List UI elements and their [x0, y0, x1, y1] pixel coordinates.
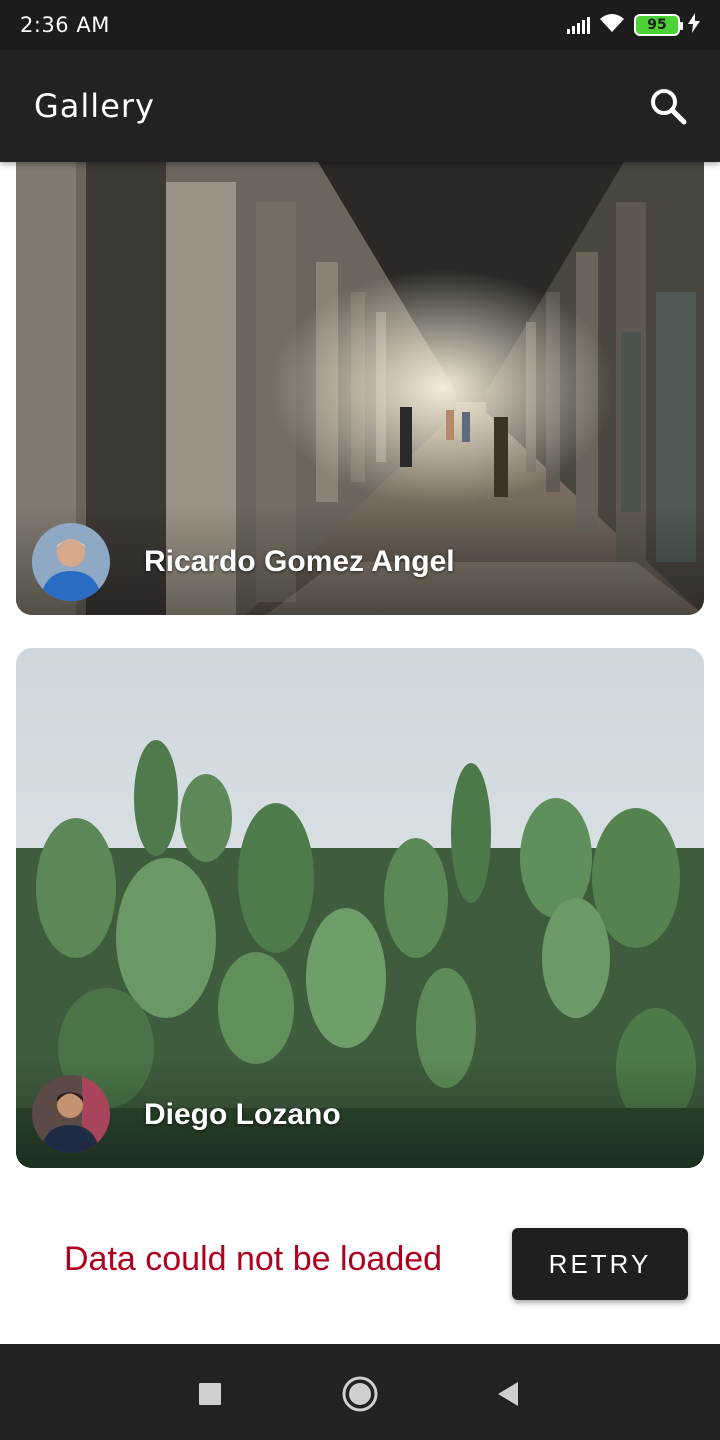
signal-icon: [567, 16, 590, 34]
retry-button[interactable]: RETRY: [512, 1228, 688, 1300]
status-bar: 2:36 AM 95: [0, 0, 720, 50]
gallery-list[interactable]: Ricardo Gomez Angel Diego Lozano Data co…: [0, 162, 720, 1344]
photo-card[interactable]: Diego Lozano: [16, 648, 704, 1168]
charging-icon: [688, 13, 700, 37]
author-name: Ricardo Gomez Angel: [144, 545, 455, 578]
status-time: 2:36 AM: [20, 13, 110, 37]
author-avatar[interactable]: [32, 523, 110, 601]
recents-icon: [199, 1383, 221, 1405]
error-message: Data could not be loaded: [64, 1240, 443, 1278]
page-title: Gallery: [34, 87, 155, 125]
recents-button[interactable]: [190, 1374, 230, 1414]
load-error-row: Data could not be loaded RETRY: [0, 1228, 720, 1300]
app-bar: Gallery: [0, 50, 720, 162]
search-icon: [651, 89, 687, 125]
back-icon: [498, 1382, 518, 1406]
author-name: Diego Lozano: [144, 1098, 341, 1131]
battery-icon: 95: [634, 14, 683, 36]
wifi-icon: [598, 12, 626, 38]
battery-level: 95: [647, 17, 667, 33]
home-icon: [342, 1376, 378, 1412]
back-button[interactable]: [488, 1374, 528, 1414]
status-icons: 95: [567, 12, 700, 38]
home-button[interactable]: [338, 1372, 382, 1416]
author-avatar[interactable]: [32, 1075, 110, 1153]
search-button[interactable]: [646, 84, 690, 128]
photo-card[interactable]: Ricardo Gomez Angel: [16, 162, 704, 615]
card-gradient: [16, 1058, 704, 1168]
system-nav-bar: [0, 1344, 720, 1440]
